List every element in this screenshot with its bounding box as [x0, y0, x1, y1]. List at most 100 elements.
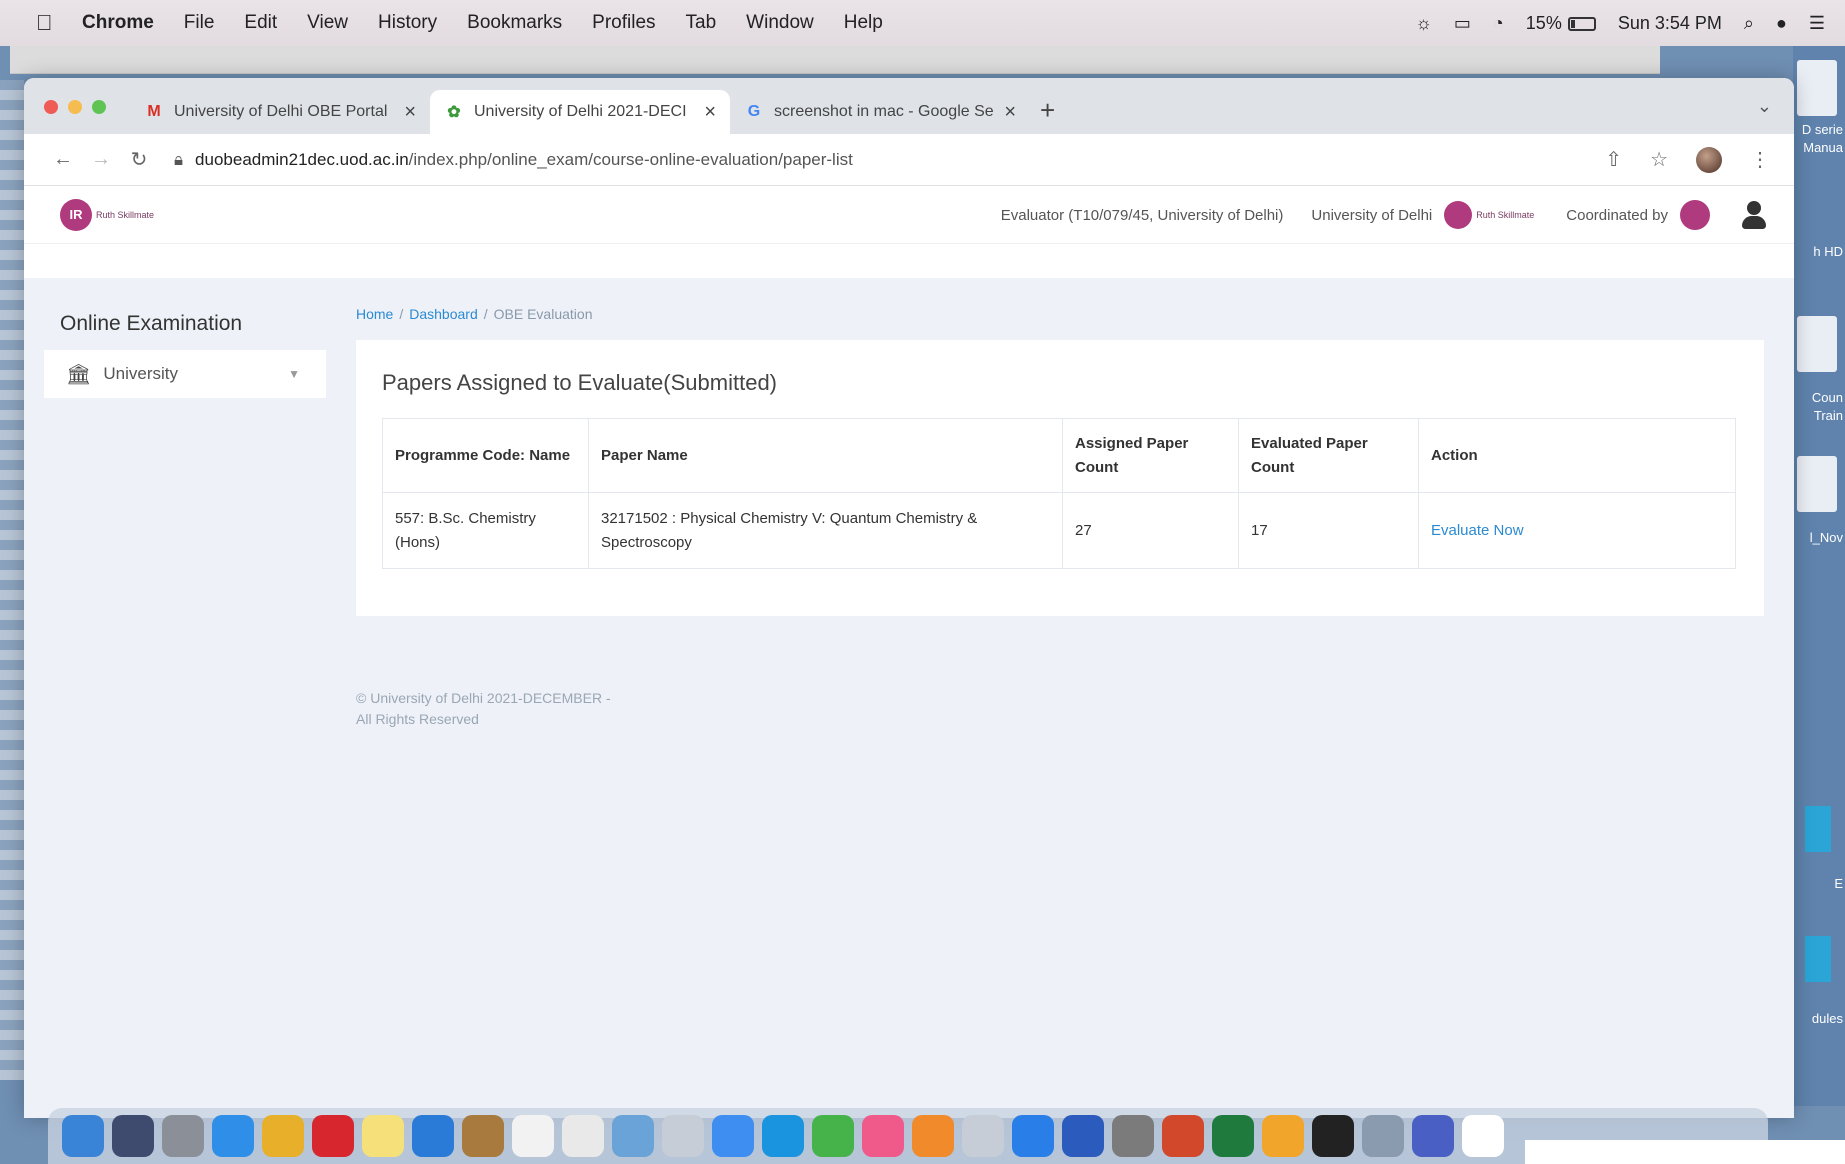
site-header: IR Ruth Skillmate Evaluator (T10/079/45,… [24, 186, 1794, 244]
papers-table: Programme Code: Name Paper Name Assigned… [382, 418, 1736, 569]
chrome-icon[interactable] [262, 1115, 304, 1157]
desktop-file-icon[interactable] [1797, 456, 1837, 512]
zoom-window-button[interactable] [92, 100, 106, 114]
user-account-icon[interactable]: ● [1776, 13, 1787, 34]
app-status-icon[interactable]: ☼ [1415, 13, 1432, 34]
preview-icon[interactable] [412, 1115, 454, 1157]
desktop-label[interactable]: Train [1814, 408, 1843, 423]
keynote-icon[interactable] [1262, 1115, 1304, 1157]
airplay-icon[interactable]: ▭ [1454, 13, 1471, 34]
font-book-icon[interactable] [1312, 1115, 1354, 1157]
menu-edit[interactable]: Edit [244, 12, 277, 34]
user-profile-icon[interactable] [1738, 199, 1770, 231]
share-icon[interactable]: ⇧ [1605, 147, 1622, 172]
menu-bookmarks[interactable]: Bookmarks [467, 12, 562, 34]
skype-icon[interactable] [762, 1115, 804, 1157]
notes-icon[interactable] [362, 1115, 404, 1157]
books-icon[interactable] [912, 1115, 954, 1157]
site-logo[interactable]: IR Ruth Skillmate [60, 198, 166, 231]
cell-paper-name: 32171502 : Physical Chemistry V: Quantum… [588, 492, 1063, 569]
desktop-label[interactable]: Manua [1803, 140, 1843, 155]
opera-icon[interactable] [312, 1115, 354, 1157]
back-arrow-icon[interactable]: ← [46, 148, 80, 171]
cell-programme: 557: B.Sc. Chemistry (Hons) [382, 492, 589, 569]
spotlight-search-icon[interactable]: ⌕ [1744, 13, 1754, 34]
table-header-row: Programme Code: Name Paper Name Assigned… [382, 418, 1736, 493]
teams-icon[interactable] [1412, 1115, 1454, 1157]
evaluate-now-link[interactable]: Evaluate Now [1418, 492, 1736, 569]
desktop-label[interactable]: l_Nov [1810, 530, 1843, 545]
menu-app-chrome[interactable]: Chrome [82, 12, 154, 34]
siri-icon[interactable] [112, 1115, 154, 1157]
menu-view[interactable]: View [307, 12, 348, 34]
menu-history[interactable]: History [378, 12, 437, 34]
word-icon[interactable] [1062, 1115, 1104, 1157]
safari-icon[interactable] [212, 1115, 254, 1157]
launchpad-icon[interactable] [162, 1115, 204, 1157]
desktop-folder-icon[interactable] [1805, 806, 1831, 852]
desktop-file-icon[interactable] [1797, 316, 1837, 372]
notebook-icon[interactable] [462, 1115, 504, 1157]
paint-icon[interactable] [1462, 1115, 1504, 1157]
desktop-file-icon[interactable] [1797, 60, 1837, 116]
tab-google-search[interactable]: G screenshot in mac - Google Se × [730, 90, 1030, 134]
facetime-icon[interactable] [812, 1115, 854, 1157]
tab-obe-portal[interactable]: M University of Delhi OBE Portal × [130, 90, 430, 134]
desktop-label[interactable]: h HD [1813, 244, 1843, 259]
more-menu-icon[interactable]: ⋮ [1750, 147, 1770, 172]
desktop-folder-icon[interactable] [1805, 936, 1831, 982]
close-tab-icon[interactable]: × [1004, 101, 1016, 124]
music-icon[interactable] [862, 1115, 904, 1157]
disk-utility-icon[interactable] [1362, 1115, 1404, 1157]
tab-paper-list[interactable]: ✿ University of Delhi 2021-DECI × [430, 90, 730, 134]
finder-icon[interactable] [62, 1115, 104, 1157]
tab-search-chevron-icon[interactable]: ⌄ [1757, 96, 1772, 117]
menu-help[interactable]: Help [844, 12, 883, 34]
gmail-favicon-icon: M [147, 103, 161, 120]
menu-file[interactable]: File [184, 12, 215, 34]
powerpoint-icon[interactable] [1162, 1115, 1204, 1157]
google-favicon-icon: G [747, 103, 761, 120]
logo-mark: IR [60, 198, 92, 231]
address-bar[interactable]: 🔒︎ duobeadmin21dec.uod.ac.in /index.php/… [174, 150, 1605, 170]
wifi-icon[interactable]: ◔ [1493, 13, 1504, 34]
close-window-button[interactable] [44, 100, 58, 114]
menubar-status-area: ☼ ▭ ◔ 15% Sun 3:54 PM ⌕ ● ☰ [1415, 0, 1845, 46]
clock[interactable]: Sun 3:54 PM [1618, 13, 1722, 34]
desktop-label[interactable]: dules [1812, 1011, 1843, 1026]
close-tab-icon[interactable]: × [404, 101, 416, 124]
breadcrumb-dashboard[interactable]: Dashboard [409, 306, 478, 322]
battery-indicator[interactable]: 15% [1526, 13, 1596, 34]
lock-icon[interactable]: 🔒︎ [174, 150, 183, 170]
desktop-label[interactable]: Coun [1812, 390, 1843, 405]
profile-avatar[interactable] [1696, 146, 1722, 173]
close-tab-icon[interactable]: × [704, 101, 716, 124]
dock [48, 1108, 1768, 1164]
bookmark-star-icon[interactable]: ☆ [1650, 147, 1668, 172]
reminders-icon[interactable] [562, 1115, 604, 1157]
messages-icon[interactable] [712, 1115, 754, 1157]
menu-window[interactable]: Window [746, 12, 814, 34]
menu-profiles[interactable]: Profiles [592, 12, 655, 34]
minimize-window-button[interactable] [68, 100, 82, 114]
help-icon[interactable] [962, 1115, 1004, 1157]
forward-arrow-icon[interactable]: → [84, 148, 118, 171]
apple-menu-icon[interactable]:  [36, 10, 62, 36]
breadcrumb-home[interactable]: Home [356, 306, 393, 322]
new-tab-button[interactable]: + [1040, 95, 1055, 134]
desktop-label[interactable]: E [1834, 876, 1843, 891]
battery-percent: 15% [1525, 12, 1562, 33]
desktop-label[interactable]: D serie [1802, 122, 1843, 137]
sidebar-item-university[interactable]: 🏛︎ University ▼ [44, 350, 326, 398]
menu-tab[interactable]: Tab [686, 12, 717, 34]
photos-icon[interactable] [612, 1115, 654, 1157]
app-store-icon[interactable] [1012, 1115, 1054, 1157]
control-center-icon[interactable]: ☰ [1809, 13, 1825, 34]
rights-line: All Rights Reserved [356, 711, 479, 727]
excel-icon[interactable] [1212, 1115, 1254, 1157]
header-info: Evaluator (T10/079/45, University of Del… [1001, 186, 1770, 244]
help-icon[interactable] [662, 1115, 704, 1157]
system-preferences-icon[interactable] [1112, 1115, 1154, 1157]
calendar-icon[interactable] [512, 1115, 554, 1157]
reload-icon[interactable]: ↻ [122, 147, 156, 172]
